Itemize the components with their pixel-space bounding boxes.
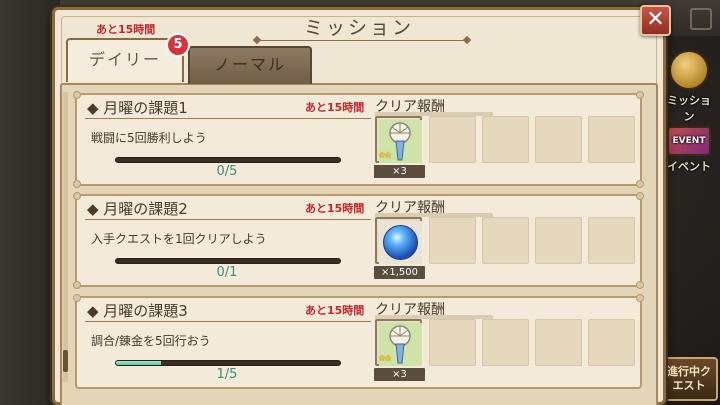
reward-slot-empty (535, 217, 582, 264)
mission-remaining-time: あと15時間 (305, 304, 365, 317)
close-button[interactable]: ✕ (640, 5, 671, 36)
scrollbar-thumb[interactable] (63, 350, 68, 372)
mission-divider (85, 219, 371, 220)
tab-remaining-time: あと15時間 (96, 23, 156, 36)
mission-name: ◆ 月曜の課題3 (87, 302, 188, 320)
mission-card[interactable]: ◆ 月曜の課題1 あと15時間 戦闘に5回勝利しよう 0/5 クリア報酬 ★★ … (73, 91, 644, 188)
progress-text: 1/5 (216, 367, 238, 382)
left-sidebar (0, 0, 60, 405)
reward-slot[interactable]: ★★ (375, 319, 422, 366)
card-corner (636, 192, 644, 200)
sidebar-mission[interactable]: ミッション (662, 50, 716, 124)
reward-quantity: ×1,500 (374, 266, 425, 279)
scrollbar-track[interactable] (63, 92, 68, 382)
reward-slot[interactable]: ★★ (375, 116, 422, 163)
daily-count-badge: 5 (166, 33, 190, 57)
tab-normal[interactable]: ノーマル (188, 46, 312, 84)
event-banner-icon: EVENT (667, 126, 711, 156)
mission-description: 入手クエストを1回クリアしよう (91, 232, 267, 246)
progress-text: 0/1 (216, 265, 238, 280)
card-corner (73, 180, 81, 188)
close-icon: ✕ (646, 7, 665, 32)
mission-divider (85, 118, 371, 119)
card-corner (73, 294, 81, 302)
reward-slot-empty (482, 319, 529, 366)
title-divider (257, 40, 467, 41)
reward-quantity: ×3 (374, 165, 425, 178)
card-corner (636, 91, 644, 99)
progress-bar (115, 258, 341, 264)
progress-text: 0/5 (216, 164, 238, 179)
progress-fill (116, 361, 161, 365)
right-sidebar: ミッション EVENT イベント (658, 50, 720, 405)
mission-card[interactable]: ◆ 月曜の課題3 あと15時間 調合/錬金を5回行おう 1/5 クリア報酬 ★★… (73, 294, 644, 389)
mission-remaining-time: あと15時間 (305, 202, 365, 215)
reward-slot[interactable] (375, 217, 422, 264)
mission-description: 調合/錬金を5回行おう (91, 334, 211, 348)
card-corner (636, 294, 644, 302)
reward-slot-empty (535, 319, 582, 366)
reward-slot-empty (588, 217, 635, 264)
rarity-star-icon: ★★ (378, 354, 392, 364)
progress-bar (115, 157, 341, 163)
mission-name: ◆ 月曜の課題2 (87, 200, 188, 218)
mission-card[interactable]: ◆ 月曜の課題2 あと15時間 入手クエストを1回クリアしよう 0/1 クリア報… (73, 192, 644, 289)
sidebar-event[interactable]: EVENT イベント (662, 126, 716, 174)
ongoing-quest-button[interactable]: 進行中クエスト (660, 357, 718, 401)
card-corner (73, 281, 81, 289)
mission-name: ◆ 月曜の課題1 (87, 99, 188, 117)
card-corner (73, 91, 81, 99)
card-corner (636, 180, 644, 188)
rarity-star-icon: ★★ (378, 151, 392, 161)
menu-icon[interactable] (690, 8, 712, 30)
reward-slot-empty (535, 116, 582, 163)
mission-medal-icon (669, 50, 709, 90)
reward-quantity: ×3 (374, 368, 425, 381)
mission-remaining-time: あと15時間 (305, 101, 365, 114)
mission-description: 戦闘に5回勝利しよう (91, 131, 207, 145)
progress-bar (115, 360, 341, 366)
card-corner (73, 192, 81, 200)
sidebar-event-label: イベント (667, 160, 711, 173)
mission-divider (85, 321, 371, 322)
reward-slot-empty (429, 319, 476, 366)
card-corner (636, 281, 644, 289)
blue-orb-icon (379, 221, 422, 264)
reward-slot-empty (588, 116, 635, 163)
reward-slot-empty (482, 116, 529, 163)
reward-slot-empty (482, 217, 529, 264)
reward-slot-empty (429, 217, 476, 264)
reward-slot-empty (588, 319, 635, 366)
sidebar-mission-label: ミッション (667, 94, 711, 123)
reward-slot-empty (429, 116, 476, 163)
